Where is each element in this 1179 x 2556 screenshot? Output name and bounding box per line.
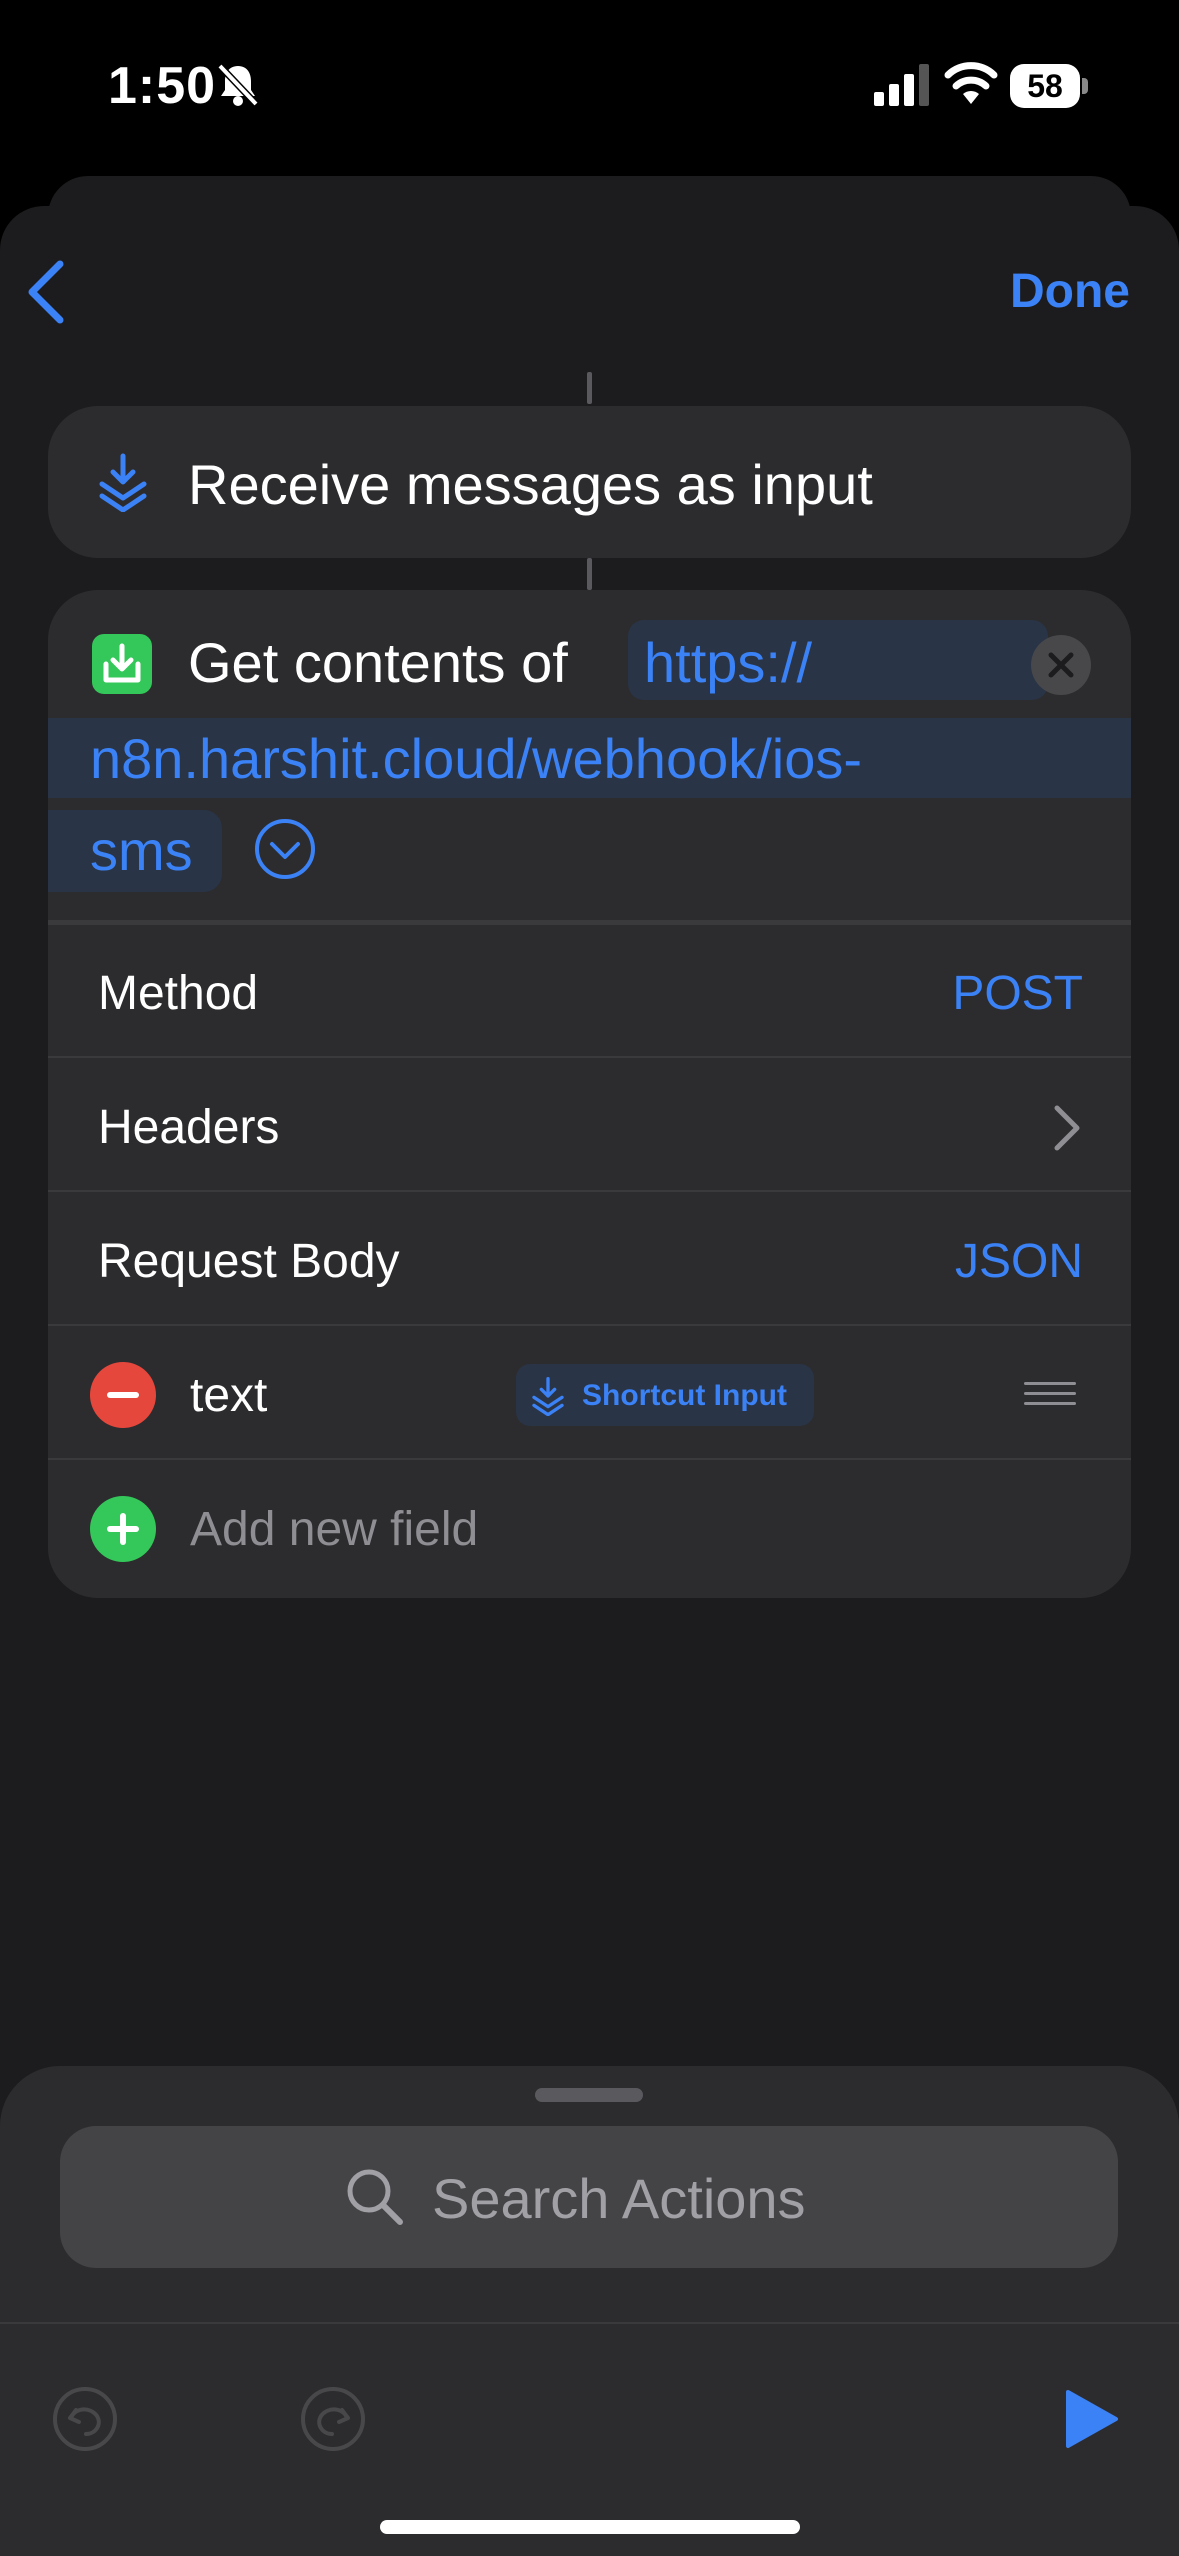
method-row[interactable]: Method POST <box>48 926 1131 1058</box>
undo-icon[interactable] <box>52 2386 118 2452</box>
status-time: 1:50 <box>108 57 217 115</box>
home-indicator <box>380 2520 800 2534</box>
action-connector <box>587 558 592 590</box>
bell-slash-icon <box>217 63 259 107</box>
battery-level: 58 <box>1010 64 1080 108</box>
clear-url-icon[interactable] <box>1030 634 1092 696</box>
cellular-signal-icon <box>874 64 929 106</box>
download-tray-icon <box>92 634 152 694</box>
divider <box>48 920 1131 925</box>
divider <box>0 2322 1179 2324</box>
search-icon <box>347 2169 403 2225</box>
redo-icon[interactable] <box>300 2386 366 2452</box>
get-contents-action: Get contents of https:// n8n.harshit.clo… <box>48 590 1131 1598</box>
add-field-label[interactable]: Add new field <box>190 1502 478 1557</box>
battery-icon: 58 <box>1010 64 1088 108</box>
actions-panel: Search Actions <box>0 2066 1179 2556</box>
json-field-row: text Shortcut Input <box>48 1328 1131 1460</box>
request-body-value[interactable]: JSON <box>955 1234 1083 1289</box>
shortcut-input-token[interactable]: Shortcut Input <box>516 1364 814 1426</box>
shortcut-input-icon <box>99 453 147 512</box>
field-value: Shortcut Input <box>582 1379 787 1412</box>
status-bar: 1:50 58 <box>0 0 1179 175</box>
receive-input-action[interactable]: Receive messages as input <box>48 406 1131 558</box>
sheet-grabber[interactable] <box>535 2088 643 2102</box>
request-body-label: Request Body <box>98 1235 400 1288</box>
add-field-row[interactable]: Add new field <box>48 1462 1131 1594</box>
url-text-line-1[interactable]: https:// <box>644 630 812 695</box>
chevron-left-icon[interactable] <box>24 258 68 326</box>
chevron-down-circle-icon[interactable] <box>254 818 316 880</box>
url-text-line-3[interactable]: sms <box>90 818 193 883</box>
receive-input-title: Receive messages as input <box>188 453 873 516</box>
wifi-icon <box>944 62 998 104</box>
done-button[interactable]: Done <box>1010 264 1130 319</box>
search-actions-field[interactable]: Search Actions <box>60 2126 1118 2268</box>
remove-field-button[interactable] <box>90 1362 156 1428</box>
get-contents-label: Get contents of <box>188 631 568 694</box>
drag-handle-icon[interactable] <box>1024 1380 1076 1408</box>
chevron-right-icon <box>1054 1105 1080 1151</box>
headers-label: Headers <box>98 1101 280 1154</box>
play-icon[interactable] <box>1062 2388 1120 2450</box>
action-connector <box>587 372 592 404</box>
field-key[interactable]: text <box>190 1368 267 1423</box>
search-placeholder: Search Actions <box>432 2167 806 2230</box>
request-body-row[interactable]: Request Body JSON <box>48 1194 1131 1326</box>
add-field-button[interactable] <box>90 1496 156 1562</box>
method-label: Method <box>98 967 259 1020</box>
url-text-line-2[interactable]: n8n.harshit.cloud/webhook/ios- <box>90 726 862 791</box>
shortcut-input-icon <box>532 1377 564 1416</box>
method-value[interactable]: POST <box>952 966 1083 1021</box>
headers-row[interactable]: Headers <box>48 1060 1131 1192</box>
